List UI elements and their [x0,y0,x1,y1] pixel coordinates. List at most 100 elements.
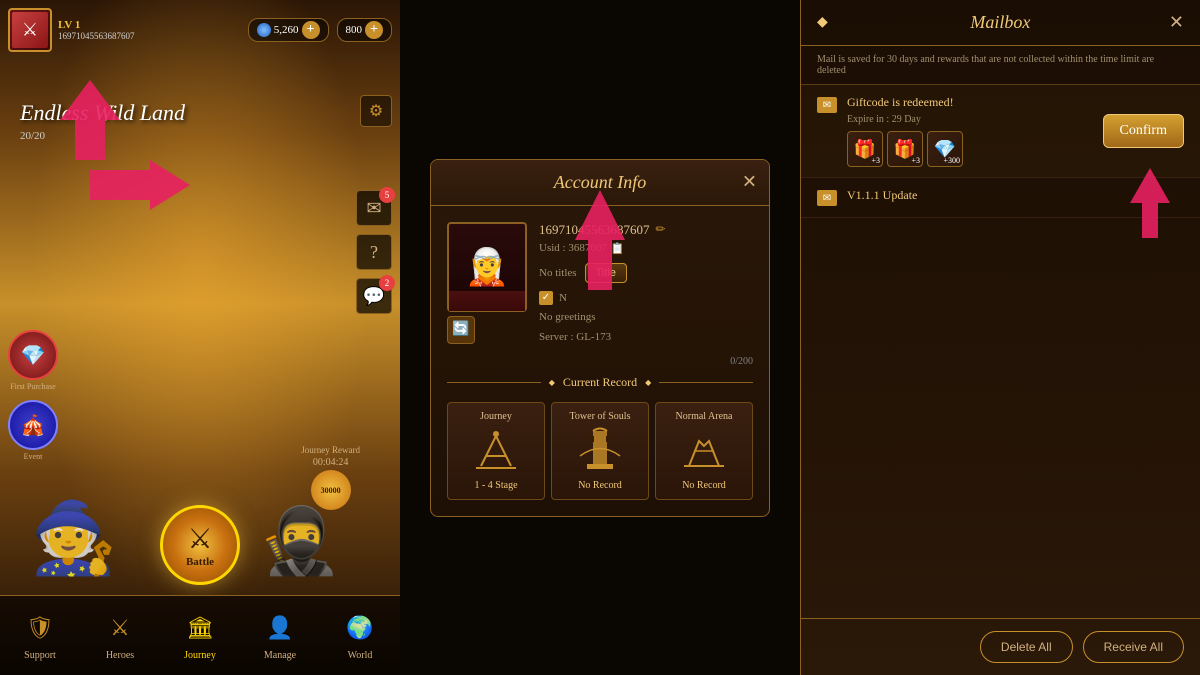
record-journey-icon [471,426,521,476]
mailbox-subtitle: Mail is saved for 30 days and rewards th… [801,46,1200,85]
record-arena-icon [679,426,729,476]
mail-item-update: ✉ V1.1.1 Update [801,178,1200,218]
nav-manage-label: Manage [264,650,296,661]
currency-coins: 800 + [337,18,393,42]
journey-icon: 🏛 [182,610,218,646]
reward-count-1: +3 [871,156,880,165]
top-hud: LV 1 16971045563687607 5,260 + 800 + [8,8,392,52]
nav-heroes[interactable]: ⚔ Heroes [90,610,150,661]
battle-label: Battle [186,556,214,568]
record-arena-value: No Record [682,480,726,491]
mail-envelope-icon-1: ✉ [817,97,837,113]
right-panel: ◆ Mailbox ✕ Mail is saved for 30 days an… [800,0,1200,675]
divider-line-left [447,382,541,383]
mail-expire-1: Expire in : 29 Day [847,114,1093,125]
account-row: 🧝 🔄 16971045563687607 ✏ Usid : 3687607 📋… [447,222,753,344]
chat-button[interactable]: 💬 2 [356,278,392,314]
mailbox-footer: Delete All Receive All [801,618,1200,675]
avatar-image [12,12,48,48]
currency-gems: 5,260 + [248,18,329,42]
manage-icon: 👤 [262,610,298,646]
mail-badge: 5 [379,187,395,203]
record-tower-value: No Record [578,480,622,491]
player-uid: 16971045563687607 [58,31,135,41]
record-tower-icon [575,426,625,476]
heroes-icon: ⚔ [102,610,138,646]
mail-icon-area-1: ✉ [817,95,837,167]
battle-icon: ⚔ [187,522,212,556]
reward-item-2: 🎁 +3 [887,131,923,167]
record-tower: Tower of Souls No Record [551,402,649,500]
mail-icon-area-2: ✉ [817,188,837,207]
mail-subject-2: V1.1.1 Update [847,188,1184,203]
mail-button[interactable]: ✉ 5 [356,190,392,226]
map-progress: 20/20 [20,130,45,142]
gem-icon [257,23,271,37]
record-journey: Journey 1 - 4 Stage [447,402,545,500]
reward-item-1: 🎁 +3 [847,131,883,167]
mailbox-title: Mailbox [832,12,1169,33]
account-info-modal: Account Info ✕ 🧝 🔄 16971045563687607 [430,159,770,517]
chat-badge: 2 [379,275,395,291]
gem-amount: 5,260 [274,24,299,36]
confirm-button[interactable]: Confirm [1103,114,1184,148]
player-info: LV 1 16971045563687607 [8,8,135,52]
modal-close-button[interactable]: ✕ [742,172,757,193]
player-text: LV 1 16971045563687607 [58,19,135,41]
title-row: No titles Title [539,263,753,283]
middle-panel: Account Info ✕ 🧝 🔄 16971045563687607 [400,0,800,675]
record-arena: Normal Arena No Record [655,402,753,500]
greeting-label: N [559,292,567,304]
settings-button[interactable]: ⚙ [360,95,392,127]
record-grid: Journey 1 - 4 Stage Tower of Souls [447,402,753,500]
edit-uid-button[interactable]: ✏ [656,222,666,237]
add-coins-button[interactable]: + [365,21,383,39]
mailbox-close-button[interactable]: ✕ [1169,12,1184,33]
help-button[interactable]: ? [356,234,392,270]
mail-envelope-icon-2: ✉ [817,190,837,206]
player-avatar[interactable] [8,8,52,52]
reward-item-3: 💎 +300 [927,131,963,167]
journey-reward-label: Journey Reward [301,445,360,455]
nav-manage[interactable]: 👤 Manage [250,610,310,661]
section-divider: ◆ Current Record ◆ [447,375,753,390]
account-uid: 16971045563687607 [539,222,650,238]
refresh-avatar-button[interactable]: 🔄 [447,316,475,344]
nav-support-label: Support [24,650,56,661]
record-tower-title: Tower of Souls [570,411,631,422]
battle-button[interactable]: ⚔ Battle [160,505,240,585]
nav-world[interactable]: 🌍 World [330,610,390,661]
event-icon: 🎪 [8,400,58,450]
coin-amount: 800 [346,24,363,36]
mail-content-2: V1.1.1 Update [847,188,1184,207]
nav-support[interactable]: 🛡 Support [10,610,70,661]
uid-row: 16971045563687607 ✏ [539,222,753,238]
title-button[interactable]: Title [585,263,627,283]
add-gems-button[interactable]: + [302,21,320,39]
divider-line-right [659,382,753,383]
modal-title-bar: Account Info ✕ [431,160,769,206]
modal-body: 🧝 🔄 16971045563687607 ✏ Usid : 3687607 📋… [431,206,769,516]
delete-all-button[interactable]: Delete All [980,631,1073,663]
world-icon: 🌍 [342,610,378,646]
mail-subject-1: Giftcode is redeemed! [847,95,1093,110]
first-purchase-label: First Purchase [8,382,58,391]
record-arena-title: Normal Arena [676,411,733,422]
nav-journey[interactable]: 🏛 Journey [170,610,230,661]
first-purchase-button[interactable]: 💎 First Purchase [8,330,58,391]
checkbox-row: ✓ N [539,291,753,305]
divider-dot-right: ◆ [645,378,651,387]
reward-count-3: +300 [943,156,960,165]
mail-list: ✉ Giftcode is redeemed! Expire in : 29 D… [801,85,1200,618]
mailbox-header: ◆ Mailbox ✕ [801,0,1200,46]
event-button[interactable]: 🎪 Event [8,400,58,461]
current-record-title: Current Record [563,375,637,390]
checkbox[interactable]: ✓ [539,291,553,305]
journey-timer: 00:04:24 [313,457,349,468]
nav-journey-label: Journey [184,650,216,661]
receive-all-button[interactable]: Receive All [1083,631,1184,663]
left-panel: LV 1 16971045563687607 5,260 + 800 + End… [0,0,400,675]
player-level: LV 1 [58,19,135,31]
mailbox-gem-icon: ◆ [817,14,828,31]
copy-usid-button[interactable]: 📋 [611,242,625,255]
